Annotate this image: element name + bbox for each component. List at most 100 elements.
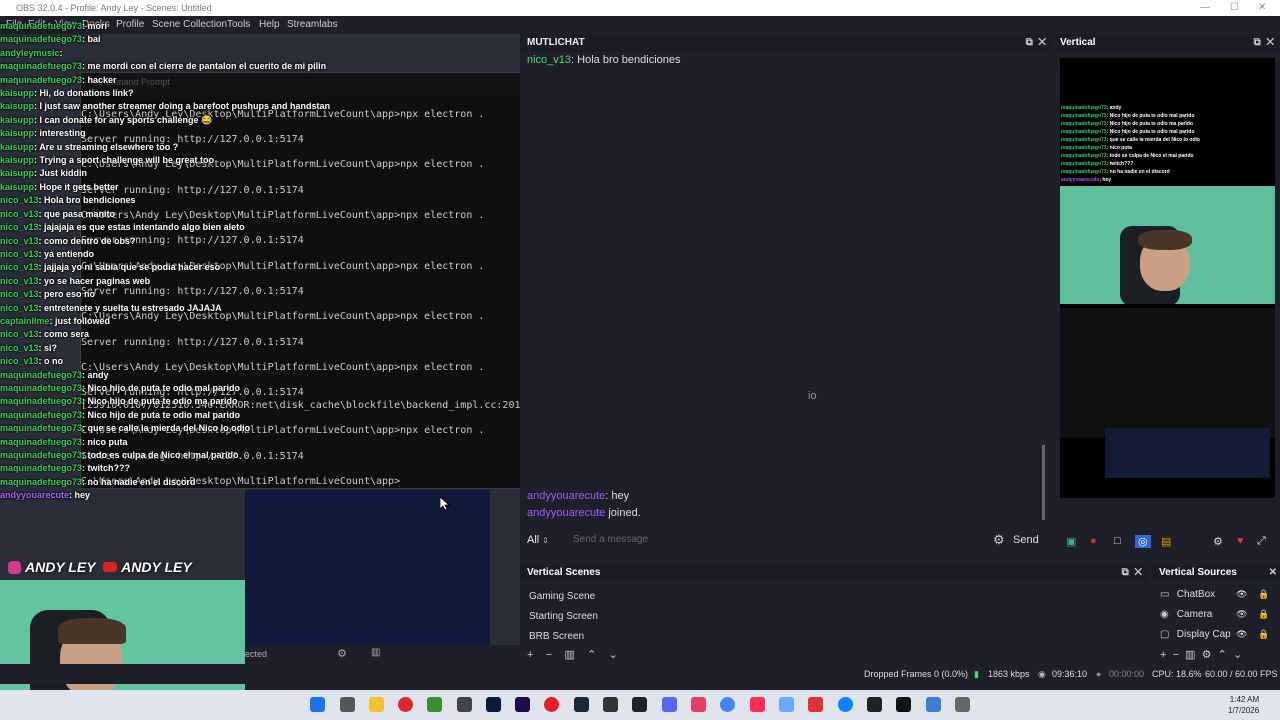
overlay-chat-line: maquinadefuego73: Nico hijo de puta te o… (0, 396, 238, 407)
file-explorer-icon[interactable] (369, 697, 384, 712)
dock-controls[interactable]: ⧉ ✕ (1254, 34, 1274, 52)
minimize-icon[interactable]: — (1200, 0, 1210, 16)
chat-settings-gear-icon[interactable]: ⚙ (993, 532, 1005, 548)
scene-item[interactable]: Starting Screen (529, 611, 598, 622)
scene-item[interactable]: Gaming Scene (529, 591, 595, 602)
remove-icon[interactable]: − (1173, 649, 1179, 661)
source-item[interactable]: ▭ ChatBox 👁 🔒 (1160, 589, 1278, 600)
record-icon[interactable]: ● (1090, 535, 1097, 547)
visibility-eye-icon[interactable]: 👁 (1236, 629, 1247, 640)
tiktok-icon[interactable] (750, 697, 765, 712)
photoshop-icon[interactable] (486, 697, 501, 712)
move-up-icon[interactable]: ⌃ (1218, 649, 1227, 661)
move-up-icon[interactable]: ⌃ (587, 649, 596, 661)
cpu-usage: CPU: 18.6% (1152, 669, 1202, 679)
overlay-chat-line: andyyouarecute: hey (0, 490, 91, 501)
chat-username: andyyouarecute (0, 490, 70, 501)
obs-icon[interactable] (632, 697, 647, 712)
overlay-chat-line: andyleymusic: (0, 47, 63, 58)
opera-icon[interactable] (398, 697, 413, 712)
chat-username: maquinadefuego73 (0, 450, 83, 460)
chat-username: nico_v13 (0, 208, 39, 219)
virtual-cam-icon[interactable]: ◎ (1135, 535, 1151, 548)
steam-icon[interactable] (574, 697, 589, 712)
chat-text: yo se hacer paginas web (44, 275, 151, 286)
clock-time: 1:42 AM (1229, 695, 1260, 704)
close-icon[interactable]: ✕ (1258, 0, 1266, 16)
scenes-title: Vertical Scenes (527, 567, 601, 578)
chat-username: nico_v13 (0, 248, 39, 259)
clock[interactable]: 1:42 AM 1/7/2026 (1228, 694, 1259, 716)
chat-text: interesting (39, 128, 86, 139)
chat-message-input[interactable]: Send a message (567, 530, 1003, 550)
chat-message: andyyouarecute: hey (527, 490, 630, 502)
camera-app-icon[interactable] (340, 697, 355, 712)
dropped-frames: Dropped Frames 0 (0.0%) (864, 669, 969, 679)
add-icon[interactable]: + (1160, 649, 1166, 661)
chat-text: que pasa manito (44, 208, 116, 219)
app-icon[interactable] (779, 697, 794, 712)
terminal-icon[interactable] (896, 697, 911, 712)
scene-item[interactable]: BRB Screen (529, 631, 584, 642)
move-down-icon[interactable]: ⌄ (608, 649, 617, 661)
dock-controls[interactable]: ⧉ ✕ (1122, 565, 1142, 581)
instagram-app-icon[interactable] (691, 697, 706, 712)
app-icon[interactable] (926, 697, 941, 712)
visibility-eye-icon[interactable]: 👁 (1236, 589, 1247, 600)
windows-start-icon[interactable] (310, 697, 325, 712)
send-button[interactable]: Send (1013, 530, 1039, 550)
chat-text: hey (611, 490, 630, 502)
discord-icon[interactable] (662, 697, 677, 712)
stop-icon[interactable]: □ (1114, 535, 1121, 547)
app-icon[interactable] (808, 697, 823, 712)
studio-icon[interactable]: ▤ (1161, 535, 1171, 548)
settings-gear-icon[interactable]: ⚙ (337, 647, 347, 660)
chat-text: no ha nadie en el discord (87, 476, 196, 487)
lock-icon[interactable]: 🔒 (1258, 629, 1269, 640)
heart-icon[interactable]: ♥ (1237, 535, 1244, 547)
record-app-icon[interactable] (544, 697, 559, 712)
chat-username: nico_v13 (0, 329, 39, 340)
chat-username: maquinadefuego73 (0, 369, 83, 380)
platform-filter-select[interactable]: All ⇕ (527, 530, 563, 550)
source-item[interactable]: ◉ Camera 👁 🔒 (1160, 609, 1278, 620)
overlay-chat-line: kaisupp: Hope it gets better (0, 181, 119, 192)
source-item[interactable]: ▢ Display Cap 👁 🔒 (1160, 629, 1278, 640)
tool-icon[interactable]: ▣ (1066, 535, 1076, 548)
edge-icon[interactable] (838, 697, 853, 712)
xbox-icon[interactable] (427, 697, 442, 712)
chat-username: kaisupp (0, 141, 35, 152)
overlay-chat-line: maquinadefuego73: nico puta (0, 436, 128, 447)
premiere-icon[interactable] (515, 697, 530, 712)
terminal-app-icon[interactable] (457, 697, 472, 712)
app-icon[interactable] (867, 697, 882, 712)
mutichat-scrollbar[interactable] (1042, 445, 1045, 520)
settings-app-icon[interactable] (603, 697, 618, 712)
lock-icon[interactable]: 🔒 (1258, 609, 1269, 620)
filter-icon[interactable]: ▥ (564, 649, 574, 661)
chrome-icon[interactable] (720, 697, 735, 712)
filter-icon[interactable]: ▥ (1185, 649, 1195, 661)
move-down-icon[interactable]: ⌄ (1233, 649, 1242, 661)
settings-gear-icon[interactable]: ⚙ (1202, 649, 1212, 661)
remove-icon[interactable]: − (546, 649, 552, 661)
maximize-icon[interactable]: ☐ (1230, 0, 1239, 16)
menu-icon[interactable]: ⤢ (1257, 535, 1266, 548)
settings-gear-icon[interactable]: ⚙ (1213, 535, 1223, 548)
overlay-chat-line: maquinadefuego73: no ha nadie en el disc… (0, 476, 196, 487)
chat-username: maquinadefuego73 (0, 396, 83, 407)
youtube-handle: ANDY LEY (121, 559, 192, 575)
app-icon[interactable] (955, 697, 970, 712)
chat-username: maquinadefuego73 (1061, 153, 1107, 159)
chat-text: jajjaja yo ni sabia que se podia hacer e… (44, 262, 221, 273)
panel-toggle-icon[interactable]: ▥ (371, 647, 380, 658)
close-icon[interactable]: ✕ (1269, 565, 1277, 581)
overlay-chat-line: maquinadefuego73: todo es culpa de Nico … (0, 450, 239, 460)
overlay-chat-line: kaisupp: Hi, do donations link? (0, 88, 134, 99)
lock-icon[interactable]: 🔒 (1258, 589, 1269, 600)
visibility-eye-icon[interactable]: 👁 (1236, 609, 1247, 620)
add-icon[interactable]: + (527, 649, 533, 661)
chat-username: maquinadefuego73 (0, 436, 83, 447)
dock-controls[interactable]: ⧉ ✕ (1026, 34, 1046, 52)
chat-username: nico_v13 (0, 222, 39, 233)
